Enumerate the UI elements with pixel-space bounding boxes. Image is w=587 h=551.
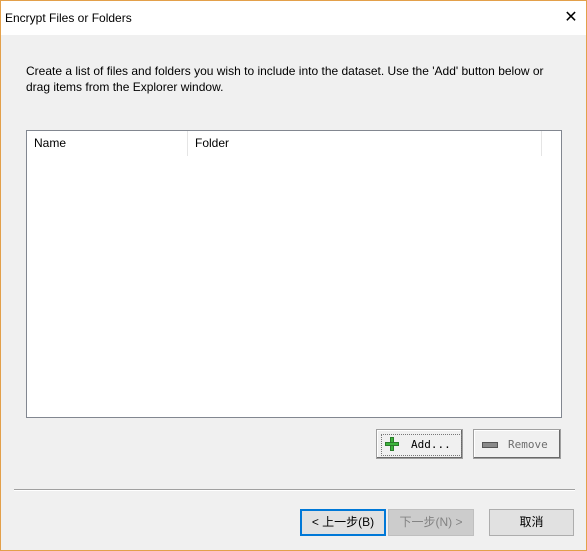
instruction-text: Create a list of files and folders you w… xyxy=(26,64,544,94)
cancel-button[interactable]: 取消 xyxy=(489,509,574,536)
separator xyxy=(14,489,575,491)
column-header-folder[interactable]: Folder xyxy=(188,131,542,156)
dialog-window: Encrypt Files or Folders ✕ Create a list… xyxy=(0,0,587,551)
add-label: Add... xyxy=(411,438,451,451)
remove-label: Remove xyxy=(508,438,548,451)
back-button[interactable]: < 上一步(B) xyxy=(300,509,386,536)
next-button[interactable]: 下一步(N) > xyxy=(388,509,474,536)
column-header-name[interactable]: Name xyxy=(27,131,188,156)
remove-button[interactable]: Remove xyxy=(473,429,561,459)
add-button[interactable]: Add... xyxy=(376,429,463,459)
minus-icon xyxy=(482,442,498,448)
title-bar: Encrypt Files or Folders ✕ xyxy=(1,1,586,35)
close-icon[interactable]: ✕ xyxy=(559,6,583,30)
plus-icon xyxy=(385,437,399,451)
window-title: Encrypt Files or Folders xyxy=(5,11,132,25)
file-list[interactable]: Name Folder xyxy=(26,130,562,418)
